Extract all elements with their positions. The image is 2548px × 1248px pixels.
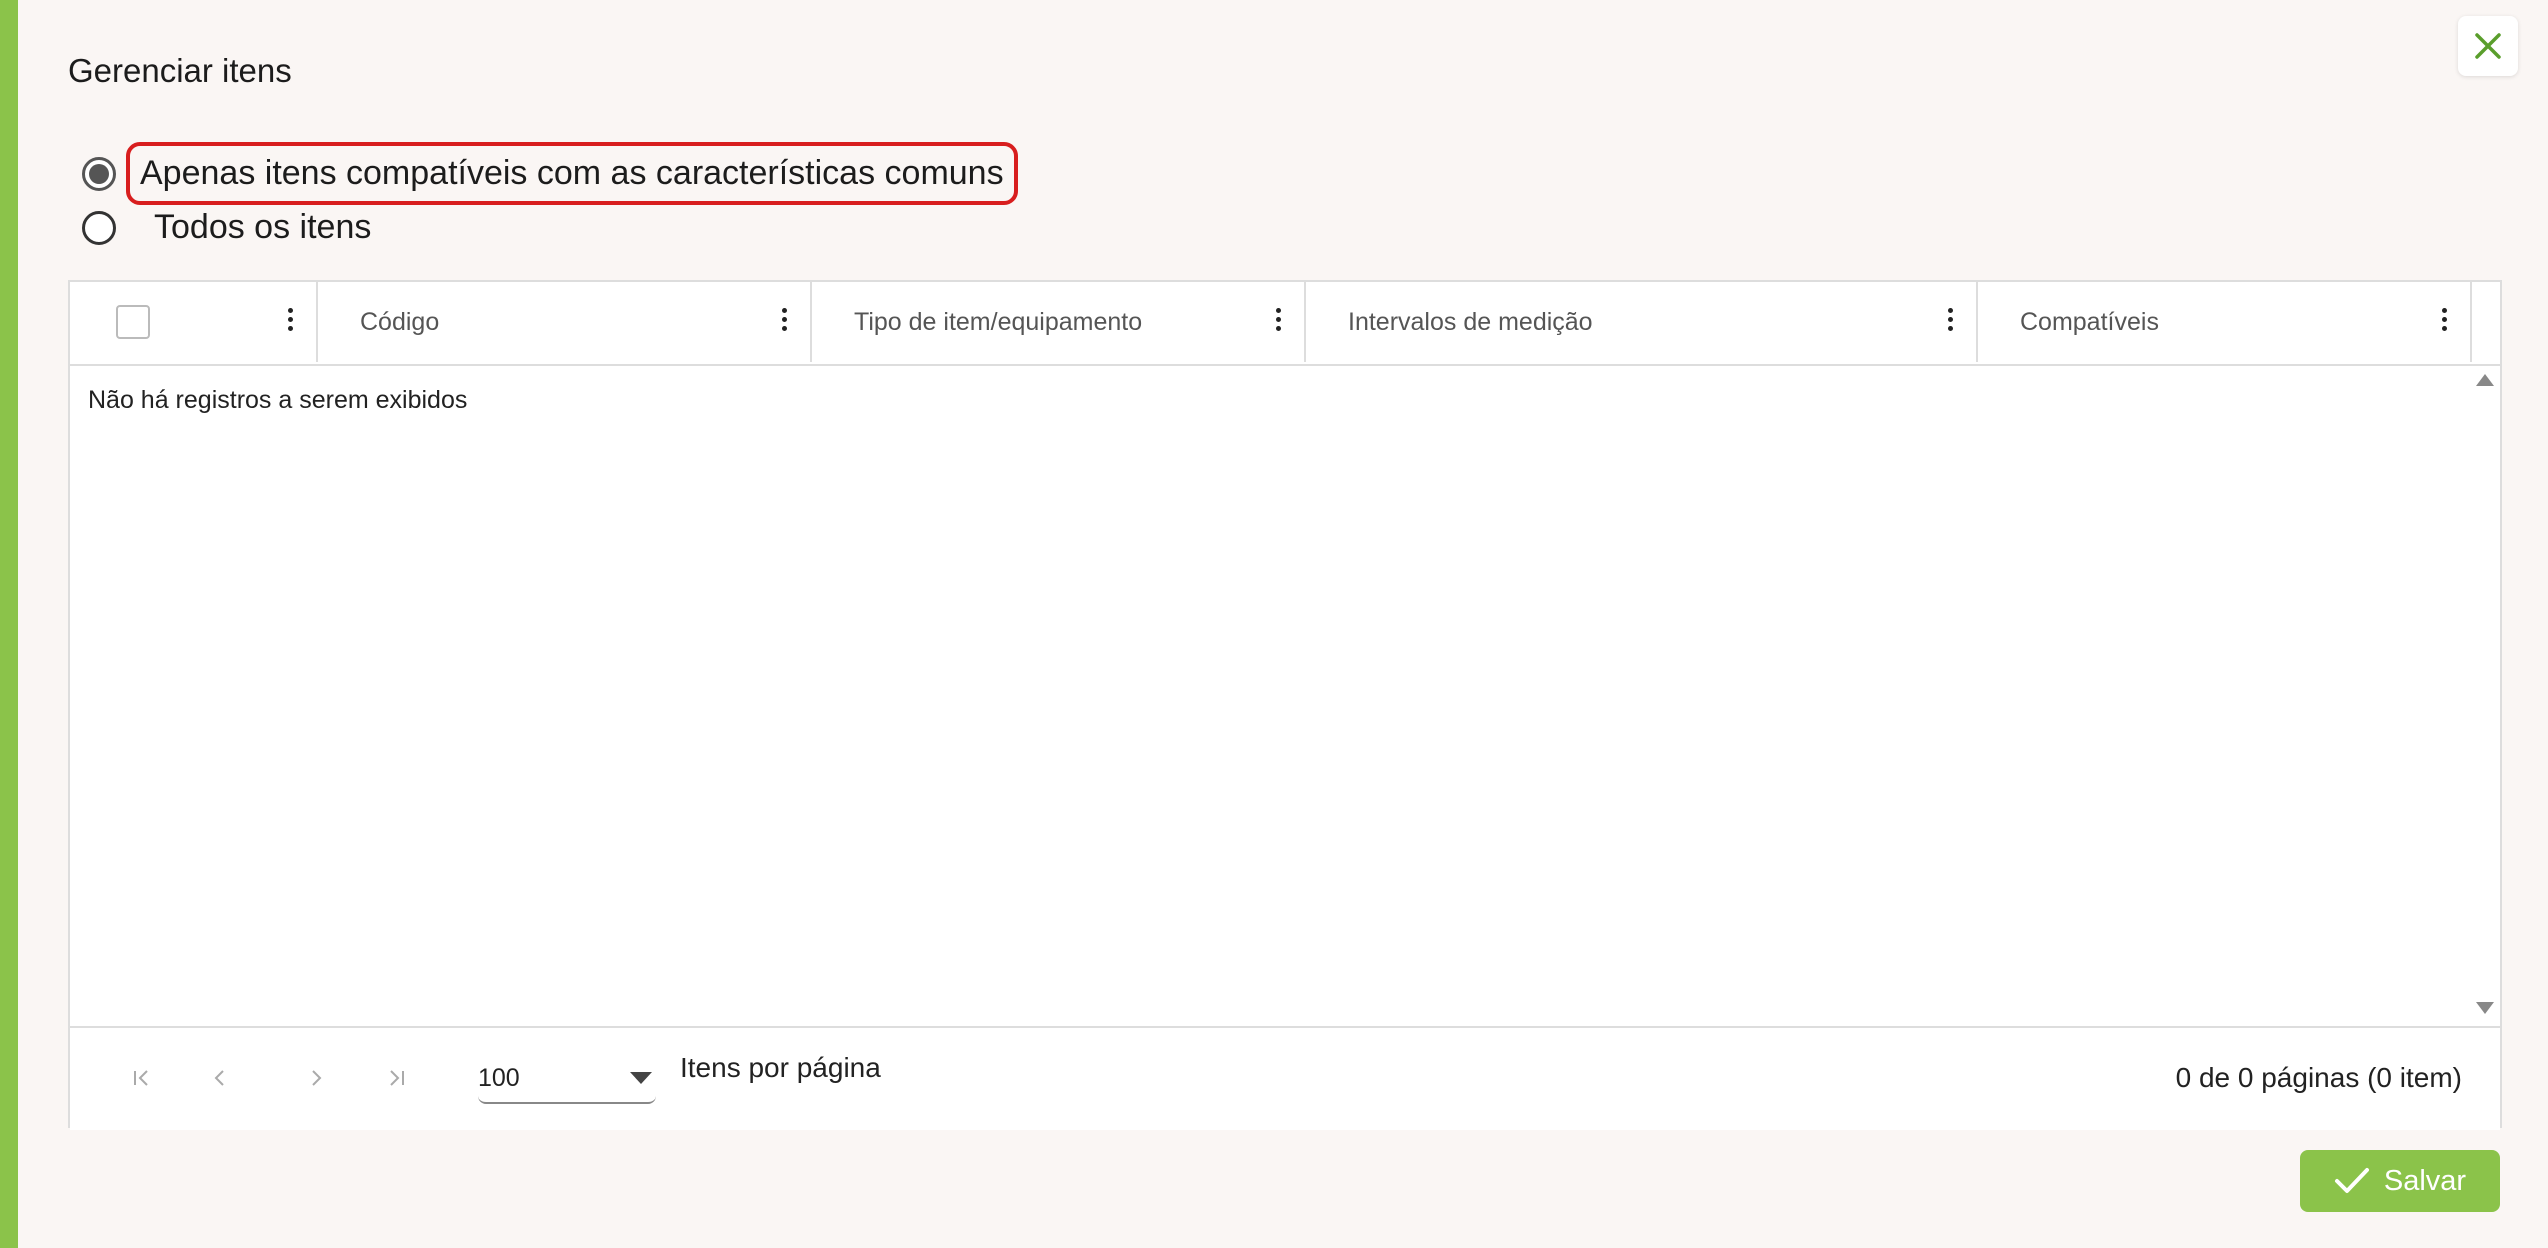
previous-page-icon[interactable] <box>200 1058 240 1098</box>
radio-button[interactable] <box>82 210 116 245</box>
column-header-label: Intervalos de medição <box>1348 307 1593 336</box>
column-header-tipo[interactable]: Tipo de item/equipamento <box>812 282 1306 362</box>
column-header-codigo[interactable]: Código <box>318 282 812 362</box>
items-grid: Código Tipo de item/equipamento Interval… <box>68 280 2502 1130</box>
scroll-down-icon[interactable] <box>2476 1002 2494 1014</box>
radio-compatible-items[interactable]: Apenas itens compatíveis com as caracter… <box>82 142 1018 205</box>
page-size-value: 100 <box>478 1064 520 1092</box>
first-page-icon[interactable] <box>122 1058 162 1098</box>
radio-all-items[interactable]: Todos os itens <box>82 202 381 253</box>
manage-items-dialog: Gerenciar itens Apenas itens compatíveis… <box>18 0 2548 1248</box>
column-header-label: Compatíveis <box>2020 307 2159 336</box>
scroll-up-icon[interactable] <box>2476 374 2494 386</box>
column-menu-icon[interactable] <box>2442 308 2448 336</box>
page-size-label: Itens por página <box>680 1052 881 1083</box>
pagination-summary: 0 de 0 páginas (0 item) <box>2175 1062 2462 1093</box>
page-size-select[interactable]: 100 <box>478 1054 656 1104</box>
column-header-label: Código <box>360 307 440 336</box>
check-icon <box>2334 1168 2369 1193</box>
empty-message: Não há registros a serem exibidos <box>88 386 468 414</box>
select-all-checkbox[interactable] <box>116 305 150 339</box>
grid-header: Código Tipo de item/equipamento Interval… <box>70 282 2500 366</box>
pagination-bar: 100 Itens por página 0 de 0 páginas (0 i… <box>70 1026 2500 1130</box>
column-header-label: Tipo de item/equipamento <box>854 307 1143 336</box>
select-all-column <box>70 282 318 362</box>
column-menu-icon[interactable] <box>1948 308 1954 336</box>
chevron-down-icon <box>630 1072 652 1084</box>
dialog-title: Gerenciar itens <box>68 52 292 89</box>
radio-label-all-items: Todos os itens <box>154 208 372 246</box>
save-button-label: Salvar <box>2383 1164 2467 1197</box>
close-icon <box>2475 33 2501 59</box>
column-menu-icon[interactable] <box>782 308 788 336</box>
column-header-compativeis[interactable]: Compatíveis <box>1978 282 2472 362</box>
close-button[interactable] <box>2458 16 2518 76</box>
last-page-icon[interactable] <box>376 1058 416 1098</box>
column-menu-icon[interactable] <box>288 308 294 336</box>
column-menu-icon[interactable] <box>1276 308 1282 336</box>
radio-label-compatible-items: Apenas itens compatíveis com as caracter… <box>126 142 1018 205</box>
next-page-icon[interactable] <box>296 1058 336 1098</box>
radio-button-selected[interactable] <box>82 156 116 191</box>
column-header-intervalos[interactable]: Intervalos de medição <box>1306 282 1978 362</box>
save-button[interactable]: Salvar <box>2300 1150 2500 1212</box>
